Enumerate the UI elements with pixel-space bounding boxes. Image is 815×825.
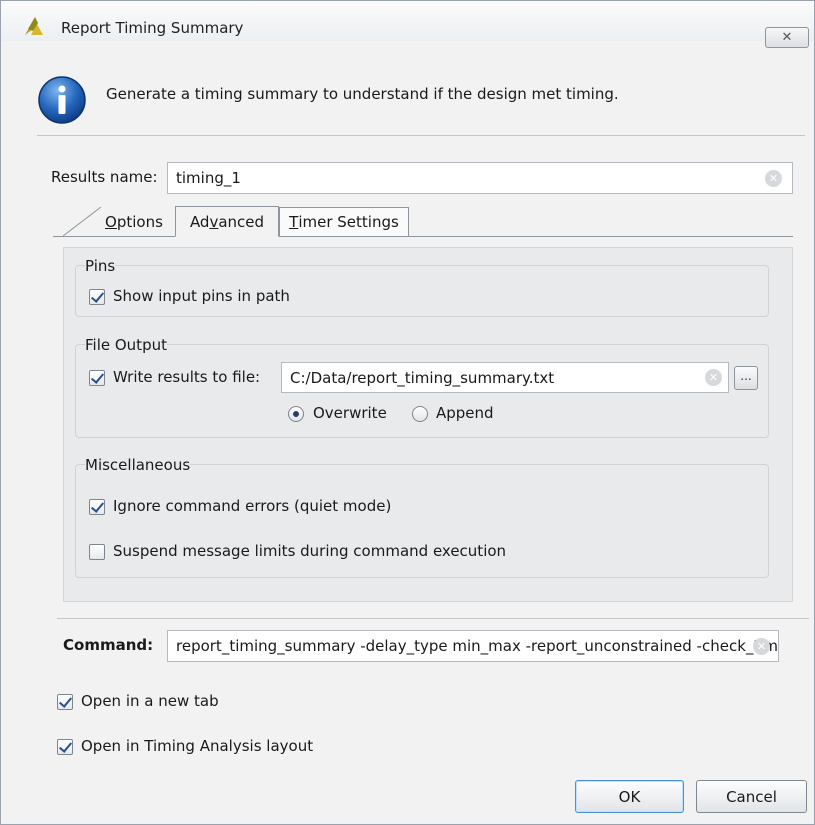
open-new-tab-label: Open in a new tab xyxy=(81,692,219,710)
tab-advanced-label-key: v xyxy=(209,212,219,231)
results-name-label: Results name: xyxy=(51,168,158,186)
write-results-checkbox[interactable] xyxy=(89,370,105,386)
cancel-button[interactable]: Cancel xyxy=(696,780,807,813)
file-output-group-title: File Output xyxy=(85,336,167,354)
window-title: Report Timing Summary xyxy=(61,19,244,37)
append-label: Append xyxy=(436,404,494,422)
close-icon: ✕ xyxy=(781,30,793,45)
ok-button[interactable]: OK xyxy=(575,780,684,813)
dialog-description: Generate a timing summary to understand … xyxy=(106,85,619,103)
show-input-pins-checkbox[interactable] xyxy=(89,289,105,305)
suspend-limits-checkbox[interactable] xyxy=(89,544,105,560)
clear-field-icon[interactable]: ✕ xyxy=(765,170,782,187)
command-label: Command: xyxy=(63,636,154,654)
results-name-input[interactable]: timing_1 xyxy=(167,162,793,194)
tab-timer-label-post: imer Settings xyxy=(298,213,399,231)
show-input-pins-label: Show input pins in path xyxy=(113,287,290,305)
tab-advanced-label-post: anced xyxy=(218,212,265,231)
overwrite-radio[interactable] xyxy=(288,406,304,422)
results-name-value: timing_1 xyxy=(176,169,241,187)
command-separator xyxy=(57,618,809,619)
open-timing-layout-label: Open in Timing Analysis layout xyxy=(81,737,314,755)
tab-timer-settings[interactable]: Timer Settings xyxy=(279,207,409,237)
vivado-leaf-icon xyxy=(25,17,43,35)
tab-options-label-key: O xyxy=(105,213,117,231)
open-new-tab-checkbox[interactable] xyxy=(57,694,73,710)
append-radio[interactable] xyxy=(412,406,428,422)
header-separator xyxy=(37,135,805,136)
command-input[interactable]: report_timing_summary -delay_type min_ma… xyxy=(167,630,779,662)
tab-advanced-label-pre: Ad xyxy=(189,212,210,231)
command-value: report_timing_summary -delay_type min_ma… xyxy=(176,637,779,655)
title-bar[interactable]: Report Timing Summary ✕ xyxy=(1,1,814,48)
write-results-label: Write results to file: xyxy=(113,368,261,386)
tab-timer-label-key: T xyxy=(289,213,299,231)
overwrite-label: Overwrite xyxy=(313,404,387,422)
output-file-path-value: C:/Data/report_timing_summary.txt xyxy=(290,368,555,387)
clear-path-icon[interactable]: ✕ xyxy=(705,369,722,386)
pins-group-title: Pins xyxy=(85,257,116,275)
misc-group xyxy=(75,464,769,578)
clear-command-icon[interactable]: ✕ xyxy=(753,638,770,655)
ignore-errors-label: Ignore command errors (quiet mode) xyxy=(113,497,392,515)
info-icon xyxy=(38,76,86,124)
tab-options[interactable]: Options xyxy=(93,207,175,237)
open-timing-layout-checkbox[interactable] xyxy=(57,739,73,755)
tab-advanced[interactable]: Ad v anced xyxy=(175,206,279,237)
misc-group-title: Miscellaneous xyxy=(85,456,191,474)
close-button[interactable]: ✕ xyxy=(765,27,809,48)
suspend-limits-label: Suspend message limits during command ex… xyxy=(113,542,507,560)
report-timing-summary-dialog: Report Timing Summary ✕ Generate a timin… xyxy=(0,0,815,825)
output-file-path-input[interactable]: C:/Data/report_timing_summary.txt xyxy=(281,362,729,393)
tab-options-label-post: ptions xyxy=(116,213,163,231)
ignore-errors-checkbox[interactable] xyxy=(89,499,105,515)
browse-button[interactable]: ... xyxy=(734,366,758,390)
